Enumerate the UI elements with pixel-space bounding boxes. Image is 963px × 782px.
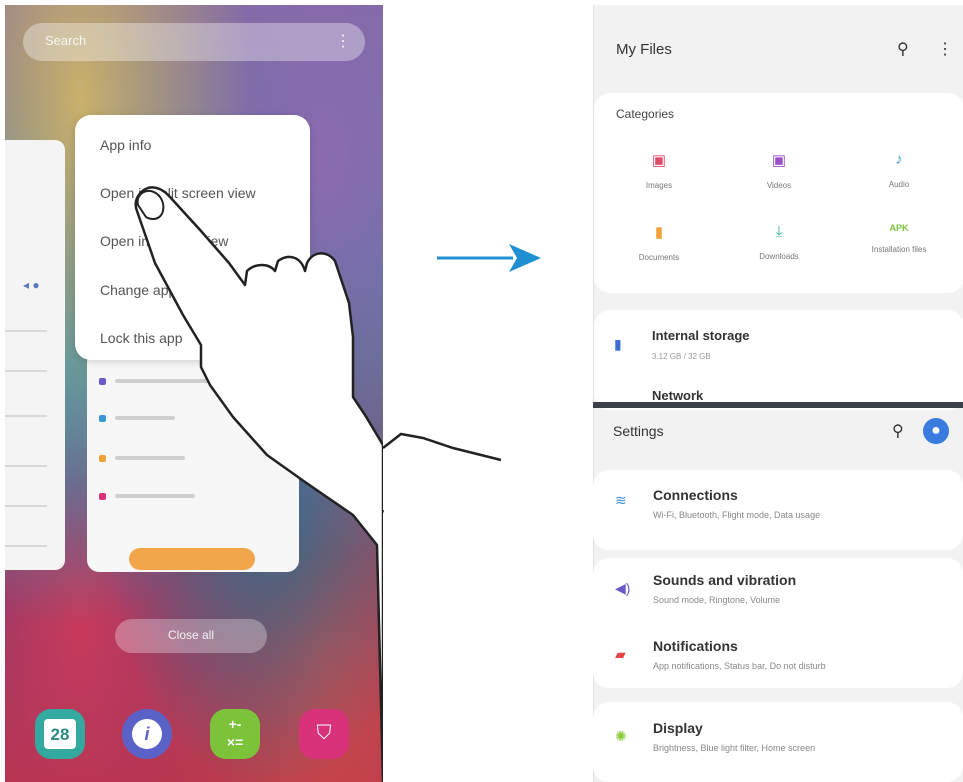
category-label: Audio xyxy=(888,180,910,189)
category-audio[interactable]: ♪ Audio xyxy=(839,151,959,189)
settings-row-notifications[interactable]: ▰ Notifications App notifications, Statu… xyxy=(593,624,963,686)
internal-storage-row[interactable]: ▮ Internal storage 3.12 GB / 32 GB Netwo… xyxy=(594,310,963,410)
row-title: Notifications xyxy=(653,638,738,654)
storage-title: Internal storage xyxy=(652,328,750,343)
settings-title: Settings xyxy=(613,423,664,439)
settings-row-display[interactable]: ✺ Display Brightness, Blue light filter,… xyxy=(593,702,963,782)
downloads-icon: ⤓ xyxy=(775,223,783,240)
row-title: Sounds and vibration xyxy=(653,572,797,588)
categories-card: Categories ▣ Images ▣ Videos ♪ Audio ▮ D… xyxy=(594,93,963,293)
settings-row-connections[interactable]: ≋ Connections Wi-Fi, Bluetooth, Flight m… xyxy=(593,470,963,550)
row-subtitle: Brightness, Blue light filter, Home scre… xyxy=(653,743,816,753)
network-storage-label: Network xyxy=(652,388,704,403)
category-label: Installation files xyxy=(871,245,927,254)
row-title: Connections xyxy=(653,487,738,503)
my-files-title: My Files xyxy=(616,41,672,58)
more-options-icon[interactable]: ⋮ xyxy=(937,39,953,59)
category-label: Documents xyxy=(638,253,680,262)
search-icon[interactable]: ⚲ xyxy=(897,39,909,59)
settings-group-sounds-notifications: ◀) Sounds and vibration Sound mode, Ring… xyxy=(593,558,963,688)
category-downloads[interactable]: ⤓ Downloads xyxy=(719,223,839,261)
category-installation-files[interactable]: APK Installation files xyxy=(839,223,959,254)
images-icon: ▣ xyxy=(651,152,667,169)
category-label: Images xyxy=(645,181,673,190)
wifi-icon: ≋ xyxy=(615,492,627,508)
apk-icon: APK xyxy=(889,223,909,233)
audio-icon: ♪ xyxy=(895,151,903,168)
row-subtitle: Sound mode, Ringtone, Volume xyxy=(653,595,781,605)
row-subtitle: App notifications, Status bar, Do not di… xyxy=(653,661,826,671)
display-brightness-icon: ✺ xyxy=(615,728,627,744)
category-label: Videos xyxy=(766,181,792,190)
storage-usage: 3.12 GB / 32 GB xyxy=(652,352,711,361)
left-phone-screen: Search ⋮ ◂ ● App info Open in split scre… xyxy=(5,5,383,782)
row-subtitle: Wi-Fi, Bluetooth, Flight mode, Data usag… xyxy=(653,510,821,520)
category-images[interactable]: ▣ Images xyxy=(599,151,719,190)
phone-storage-icon: ▮ xyxy=(614,336,622,352)
videos-icon: ▣ xyxy=(771,152,787,169)
split-screen-divider[interactable] xyxy=(593,402,963,408)
arrow-right-icon xyxy=(437,244,541,272)
account-avatar-icon[interactable]: ● xyxy=(923,418,949,444)
documents-icon: ▮ xyxy=(654,224,664,241)
row-title: Display xyxy=(653,720,703,736)
category-documents[interactable]: ▮ Documents xyxy=(599,223,719,262)
settings-row-sounds[interactable]: ◀) Sounds and vibration Sound mode, Ring… xyxy=(593,558,963,620)
category-videos[interactable]: ▣ Videos xyxy=(719,151,839,190)
category-label: Downloads xyxy=(759,252,799,261)
search-icon[interactable]: ⚲ xyxy=(892,421,904,441)
sound-icon: ◀) xyxy=(615,580,631,596)
notifications-icon: ▰ xyxy=(615,646,626,662)
hand-arm-outline xyxy=(383,432,502,514)
categories-title: Categories xyxy=(616,107,675,121)
hand-pointer-icon xyxy=(134,186,383,782)
